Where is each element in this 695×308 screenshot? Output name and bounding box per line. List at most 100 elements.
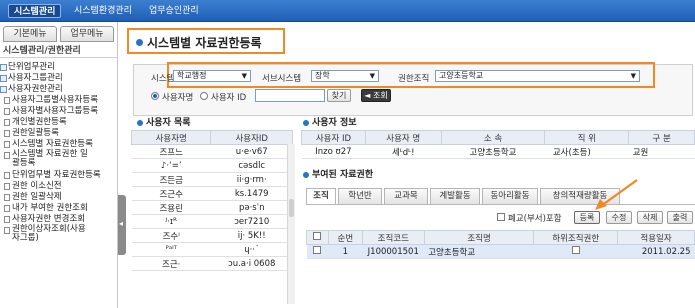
sidebar: 기본메뉴 업무메뉴 시스템관리/권한관리 단위업무관리 사용자그룹관리 사용자권… <box>0 22 118 308</box>
sidebar-item-label: 사용자별사용자그룹등록 <box>12 106 99 116</box>
sidebar-item-system-data-permission-bulk[interactable]: 시스템별 자료권한 일괄등록 <box>0 150 118 170</box>
document-icon <box>4 216 10 223</box>
org-select[interactable]: 고양초등학교 ▼ <box>435 70 640 82</box>
sidebar-item-label: 사용자권한관리 <box>8 84 63 94</box>
document-icon <box>4 152 10 159</box>
sidebar-item-granted-by-me[interactable]: 내가 부여한 권한조회 <box>0 203 118 214</box>
subsystem-label: 서브시스템 <box>262 74 302 84</box>
search-input[interactable] <box>255 89 325 102</box>
sidebar-item-user-permission[interactable]: 사용자권한관리 <box>0 84 118 95</box>
bullet-icon <box>303 119 309 126</box>
info-user-name-cell: 세ᴸdᴸ! <box>365 144 442 159</box>
table-row[interactable]: 즈근수 ks.1479 <box>131 186 293 201</box>
col-select-all <box>306 230 329 245</box>
folder-open-icon <box>0 86 7 93</box>
search-icon: ◄ <box>364 91 371 100</box>
sidebar-item-label: 사용자그룹관리 <box>8 73 63 83</box>
menu-system-admin[interactable]: 시스템관리 <box>8 4 62 18</box>
chevron-down-icon: ▼ <box>241 72 247 80</box>
row-select-cell <box>306 244 329 259</box>
row-sub-permission-cell <box>533 244 618 259</box>
row-date-cell: 2011.02.25 <box>617 244 695 259</box>
user-name-cell: 즈근· <box>131 256 211 271</box>
sidebar-item-label: 사용자권한 변경조회 <box>12 214 86 224</box>
include-closed-checkbox[interactable] <box>497 213 505 221</box>
table-row[interactable]: 즈수ᴵ ij· 5K!! <box>131 228 293 243</box>
sub-permission-checkbox[interactable] <box>571 246 580 254</box>
document-icon <box>4 194 10 201</box>
col-org-name: 조직명 <box>423 230 535 245</box>
radio-user-id-label: 사용자 ID <box>211 93 247 103</box>
sidebar-item-label: 내가 부여한 권한조회 <box>12 203 88 213</box>
table-row[interactable]: ♪·ʻ=ʼ cəsdlc <box>131 158 293 173</box>
sidebar-item-permission-bulk-delete[interactable]: 권한 일괄삭제 <box>0 192 118 203</box>
user-name-cell: 즈든금 <box>131 172 211 187</box>
table-row[interactable]: 1 J100001501 고양초등학교 2011.02.25 <box>306 244 695 259</box>
register-button[interactable]: 등록 <box>574 211 600 224</box>
row-checkbox[interactable] <box>313 246 322 254</box>
sidebar-item-permission-anomaly[interactable]: 권한이상자조회(사용자그룹) <box>0 225 118 245</box>
scrollbar-thumb[interactable] <box>289 199 294 217</box>
table-row[interactable]: 즈프느 u·e·v67 <box>131 144 293 159</box>
sidebar-item-user-group-reg[interactable]: 사용자별사용자그룹등록 <box>0 106 118 117</box>
sidebar-item-group-user-reg[interactable]: 사용자그룹별사용자등록 <box>0 95 118 106</box>
tab-work-menu[interactable]: 업무메뉴 <box>60 26 114 42</box>
sidebar-item-unit-task-data-permission[interactable]: 단위업무별 자료권한등록 <box>0 170 118 181</box>
sidebar-item-permission-transfer[interactable]: 권한 이소신전 <box>0 181 118 192</box>
table-row[interactable]: 즈든금 ii·g·rm· <box>131 172 293 187</box>
sidebar-item-user-group[interactable]: 사용자그룹관리 <box>0 73 118 84</box>
radio-user-name-label: 사용자명 <box>162 93 194 103</box>
user-list-table: 사용자명 사용자ID 즈프느 u·e·v67 ♪·ʻ=ʼ cəsdlc 즈든금 ii·… <box>130 130 293 271</box>
tab-org[interactable]: 조직 <box>306 188 336 205</box>
folder-icon <box>0 64 7 71</box>
sidebar-item-label: 사용자그룹별사용자등록 <box>12 95 99 105</box>
user-list-scrollbar[interactable] <box>287 144 295 304</box>
sidebar-item-label: 권한이상자조회(사용자그룹) <box>12 224 86 243</box>
tab-grade-class[interactable]: 학년반 <box>338 188 382 204</box>
sidebar-item-label: 권한일괄등록 <box>12 128 59 138</box>
user-id-cell: ij· 5K!! <box>210 228 293 243</box>
find-button[interactable]: 찾기 <box>327 89 351 102</box>
sidebar-item-personal-permission[interactable]: 개인별권한등록 <box>0 117 118 128</box>
sidebar-item-label: 권한 일괄삭제 <box>12 192 62 202</box>
table-row[interactable]: 즈용린 pə·sˈn <box>131 200 293 215</box>
document-icon <box>4 108 10 115</box>
tab-subject[interactable]: 교과목 <box>384 188 428 204</box>
tab-basic-menu[interactable]: 기본메뉴 <box>3 26 57 42</box>
sidebar-item-bulk-permission[interactable]: 권한일괄등록 <box>0 128 118 139</box>
col-apply-date: 적용일자 <box>617 230 695 245</box>
radio-user-name[interactable] <box>151 92 159 100</box>
bullet-icon <box>137 119 143 126</box>
col-info-user-id: 사용자 ID <box>301 130 366 145</box>
annotation-arrow-icon <box>595 179 638 210</box>
tab-club[interactable]: 동아리활동 <box>482 188 538 204</box>
row-no-cell: 1 <box>328 244 363 259</box>
delete-button[interactable]: 삭제 <box>637 211 663 224</box>
sidebar-item-unit-task[interactable]: 단위업무관리 <box>0 62 118 73</box>
row-code-cell: J100001501 <box>362 244 425 259</box>
edit-button[interactable]: 수정 <box>606 211 632 224</box>
user-id-cell: ks.1479 <box>210 186 293 201</box>
user-list-title-text: 사용자 목록 <box>146 118 191 128</box>
sidebar-item-label: 개인별권한등록 <box>12 117 67 127</box>
print-button[interactable]: 출력 <box>667 211 693 224</box>
sidebar-collapse-handle[interactable]: ◂ <box>118 195 126 255</box>
granted-table: 순번 조직코드 조직명 하위조직권한 적용일자 1 J100001501 고양초… <box>306 230 695 259</box>
document-icon <box>4 97 10 104</box>
table-row[interactable]: 즈근· ɔu.a·i 0608 <box>131 256 293 271</box>
select-all-checkbox[interactable] <box>313 232 322 240</box>
radio-user-id[interactable] <box>200 92 208 100</box>
table-row[interactable]: ᴾᵃᴵᵀ ɥ··˙ <box>131 242 293 257</box>
system-select[interactable]: 학교행정 ▼ <box>173 70 251 82</box>
user-name-cell: 즈근수 <box>131 186 211 201</box>
col-no: 순번 <box>327 230 363 245</box>
org-select-value: 고양초등학교 <box>439 71 484 80</box>
table-row[interactable]: ᴶ·ɪᴿ ɔer7210 <box>131 214 293 229</box>
subsystem-select[interactable]: 장학 ▼ <box>311 70 379 82</box>
page-title: 시스템별 자료권한등록 <box>147 36 262 50</box>
user-name-cell: 즈수ᴵ <box>131 228 211 243</box>
query-button[interactable]: ◄ 조회 <box>361 89 391 102</box>
tab-development[interactable]: 계발활동 <box>430 188 480 204</box>
menu-approval-admin[interactable]: 업무승인관리 <box>146 4 202 18</box>
menu-system-env-admin[interactable]: 시스템환경관리 <box>71 4 135 18</box>
